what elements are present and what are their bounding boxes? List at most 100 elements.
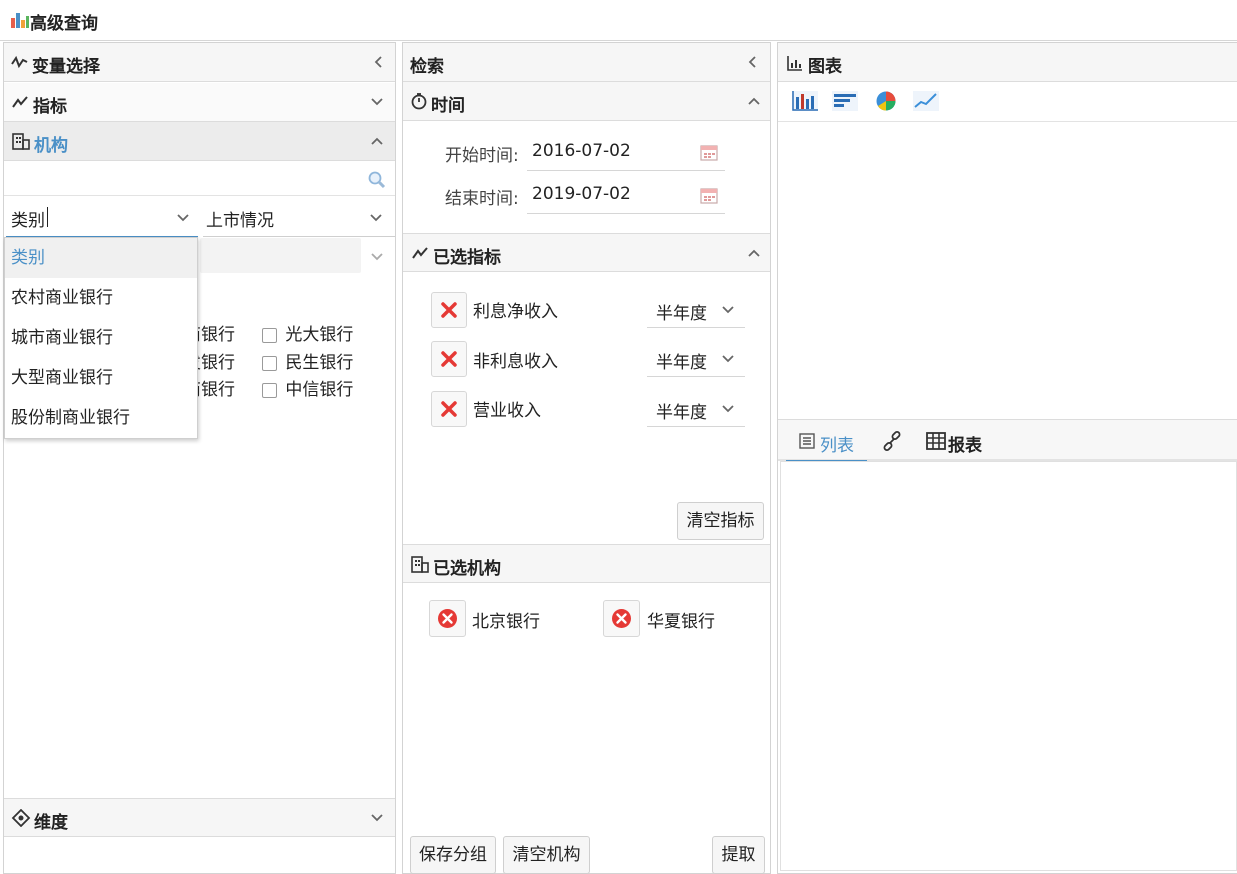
institution-search (4, 161, 395, 196)
window-title: 高级查询 (30, 14, 98, 34)
tab-report-label: 报表 (948, 436, 982, 456)
indicator-section-label: 指标 (33, 97, 67, 117)
checkbox[interactable] (262, 327, 277, 343)
start-date-field[interactable]: 2016-07-02 (527, 133, 725, 171)
chart-toolbar (778, 82, 1237, 122)
save-group-button[interactable]: 保存分组 (410, 836, 496, 874)
chevron-down-icon[interactable] (721, 402, 735, 416)
chevron-down-icon[interactable] (721, 352, 735, 366)
pie-chart-icon[interactable] (874, 89, 898, 118)
title-bar: 高级查询 (0, 0, 1237, 41)
chevron-up-icon[interactable] (370, 134, 384, 148)
checkbox[interactable] (262, 355, 277, 371)
bar-chart-icon[interactable] (791, 89, 819, 118)
calendar-icon[interactable] (699, 185, 719, 210)
link-icon[interactable] (882, 431, 902, 456)
tab-list-label: 列表 (820, 436, 854, 456)
dropdown-option[interactable]: 类别 (5, 238, 197, 278)
selected-institutions-header[interactable]: 已选机构 (403, 544, 770, 583)
horizontal-bar-icon[interactable] (831, 89, 859, 118)
building-icon (11, 132, 31, 155)
end-time-label: 结束时间: (445, 189, 519, 209)
listing-select[interactable]: 上市情况 (203, 197, 395, 237)
calendar-icon[interactable] (699, 142, 719, 167)
institution-search-input[interactable] (8, 165, 358, 191)
list-icon (798, 432, 816, 455)
result-area (780, 461, 1237, 871)
period-select[interactable]: 半年度 (647, 390, 745, 427)
bank-checkbox-item[interactable]: 中信银行 (262, 375, 353, 400)
dropdown-option[interactable]: 城市商业银行 (5, 318, 197, 358)
remove-indicator-button[interactable] (431, 341, 467, 377)
variable-panel-title: 变量选择 (32, 57, 100, 77)
dropdown-option[interactable]: 股份制商业银行 (5, 398, 197, 438)
start-date-value: 2016-07-02 (532, 141, 631, 161)
search-icon[interactable] (367, 170, 387, 195)
time-section-label: 时间 (431, 96, 465, 116)
institution-section-label: 机构 (34, 136, 68, 156)
collapse-left-icon[interactable] (746, 55, 760, 69)
period-select[interactable]: 半年度 (647, 340, 745, 377)
variable-panel: 变量选择 指标 机构 类别 上市情况 商银行 发银行 商银行 光大银行 民生银行… (3, 42, 396, 874)
clear-indicators-button[interactable]: 清空指标 (677, 502, 764, 540)
end-date-field[interactable]: 2019-07-02 (527, 176, 725, 214)
category-dropdown-menu: 类别 农村商业银行 城市商业银行 大型商业银行 股份制商业银行 (4, 237, 198, 439)
search-panel-header: 检索 (403, 43, 770, 82)
tab-list[interactable]: 列表 (786, 420, 867, 462)
chart-icon (787, 55, 803, 76)
dimension-icon (11, 808, 31, 832)
text-cursor (47, 207, 48, 227)
remove-indicator-button[interactable] (431, 391, 467, 427)
period-select-value: 半年度 (656, 353, 707, 373)
chart-panel-title: 图表 (808, 57, 842, 77)
indicator-section-header[interactable]: 指标 (4, 83, 395, 122)
indicator-icon (412, 245, 430, 266)
period-select[interactable]: 半年度 (647, 291, 745, 328)
building-icon (410, 555, 430, 578)
listing-select-value: 上市情况 (206, 211, 274, 231)
chevron-down-icon[interactable] (369, 211, 383, 225)
institution-name: 华夏银行 (647, 612, 715, 632)
chevron-down-icon[interactable] (370, 811, 384, 825)
variable-panel-header: 变量选择 (4, 43, 395, 82)
chevron-up-icon[interactable] (747, 246, 761, 260)
indicator-icon (12, 94, 30, 115)
search-panel: 检索 时间 开始时间: 2016-07-02 结束时间: 2019-07-02 … (402, 42, 771, 874)
line-chart-icon[interactable] (912, 89, 940, 118)
extract-button[interactable]: 提取 (712, 836, 765, 874)
chevron-down-icon[interactable] (370, 95, 384, 109)
selected-indicators-header[interactable]: 已选指标 (403, 233, 770, 272)
clear-institutions-button[interactable]: 清空机构 (503, 836, 590, 874)
bank-checkbox-item[interactable]: 民生银行 (262, 348, 353, 373)
collapse-left-icon[interactable] (372, 55, 386, 69)
category-select[interactable]: 类别 (6, 197, 198, 237)
bank-checkbox-item[interactable]: 光大银行 (262, 320, 353, 345)
institution-name: 北京银行 (472, 612, 540, 632)
remove-indicator-button[interactable] (431, 292, 467, 328)
chevron-down-icon[interactable] (721, 303, 735, 317)
time-section-header[interactable]: 时间 (403, 82, 770, 121)
search-panel-title: 检索 (410, 57, 444, 77)
chart-app-icon (10, 11, 30, 29)
indicator-name: 利息净收入 (473, 302, 558, 322)
remove-institution-button[interactable] (429, 600, 466, 637)
dropdown-option[interactable]: 大型商业银行 (5, 358, 197, 398)
chevron-up-icon[interactable] (747, 94, 761, 108)
indicator-name: 非利息收入 (473, 352, 558, 372)
institution-section-header[interactable]: 机构 (4, 122, 395, 161)
selected-indicators-label: 已选指标 (433, 248, 501, 268)
indicator-name: 营业收入 (473, 401, 541, 421)
chevron-down-icon[interactable] (176, 211, 190, 225)
remove-institution-button[interactable] (603, 600, 640, 637)
checkbox[interactable] (262, 382, 277, 398)
chart-panel: 图表 列表 报表 (777, 42, 1237, 874)
category-select-value: 类别 (11, 211, 45, 231)
table-icon (926, 432, 946, 455)
period-select-value: 半年度 (656, 403, 707, 423)
dropdown-option[interactable]: 农村商业银行 (5, 278, 197, 318)
chart-panel-header: 图表 (778, 43, 1237, 82)
tab-report[interactable]: 报表 (926, 420, 996, 462)
selected-institutions-label: 已选机构 (433, 559, 501, 579)
chevron-down-icon (370, 250, 384, 264)
dimension-section-header[interactable]: 维度 (4, 798, 395, 837)
